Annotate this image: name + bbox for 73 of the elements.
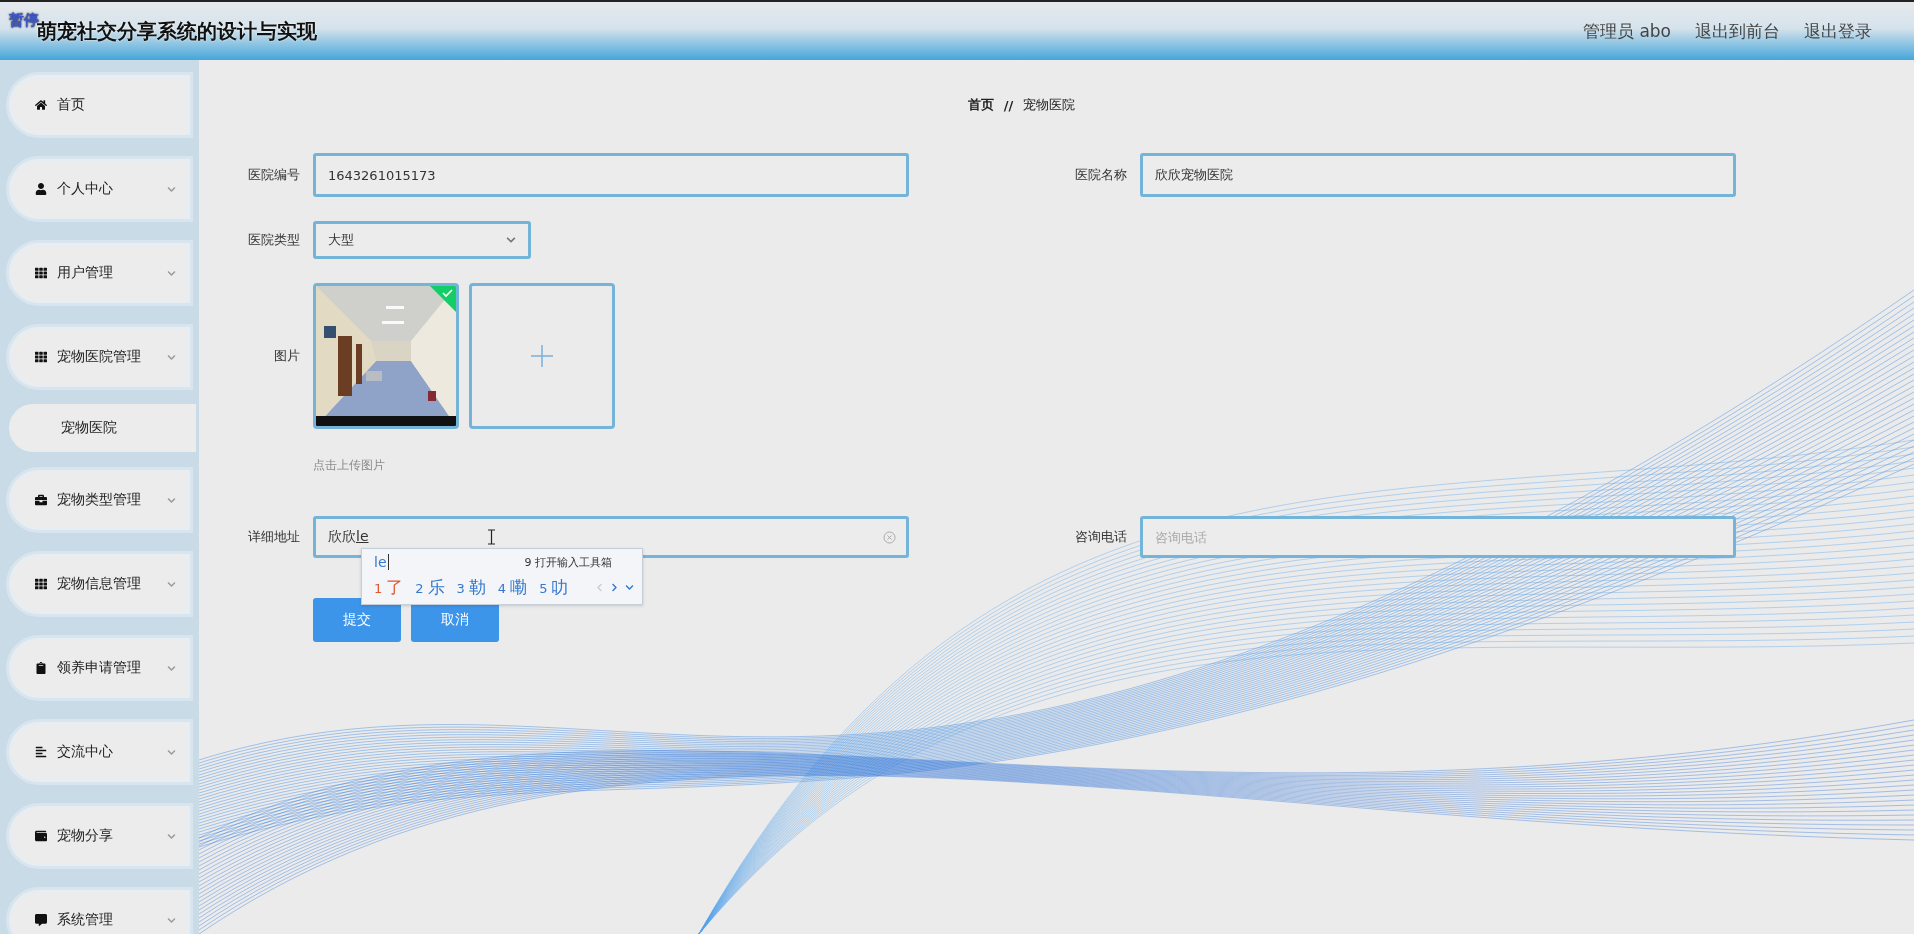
chevron-icon bbox=[167, 747, 176, 757]
sidebar-label: 宠物信息管理 bbox=[57, 575, 142, 593]
field-label: 咨询电话 bbox=[1074, 528, 1127, 546]
clipboard-icon bbox=[35, 662, 47, 674]
ime-composition: le bbox=[374, 554, 389, 570]
sidebar-label: 个人中心 bbox=[57, 180, 114, 198]
upload-hint: 点击上传图片 bbox=[313, 457, 385, 474]
upload-button[interactable] bbox=[469, 283, 615, 429]
sidebar-item[interactable]: 个人中心 bbox=[6, 156, 193, 222]
sidebar-label: 领养申请管理 bbox=[57, 659, 142, 677]
chevron-icon bbox=[167, 268, 176, 278]
chevron-icon bbox=[167, 495, 176, 505]
sidebar-subitem[interactable]: 宠物医院 bbox=[9, 404, 196, 452]
sidebar-item[interactable]: 交流中心 bbox=[6, 719, 193, 785]
hospital-name-field[interactable]: 欣欣宠物医院 bbox=[1140, 153, 1736, 197]
sidebar-label: 首页 bbox=[57, 96, 86, 114]
chevron-icon bbox=[167, 352, 176, 362]
chat-icon bbox=[35, 914, 47, 926]
expand-icon[interactable] bbox=[625, 582, 634, 592]
ime-candidate[interactable]: 1 了 bbox=[374, 575, 404, 599]
sidebar-item[interactable]: 宠物信息管理 bbox=[6, 551, 193, 617]
phone-field[interactable]: 咨询电话 bbox=[1140, 516, 1736, 558]
grid-icon bbox=[35, 578, 47, 590]
next-icon[interactable] bbox=[610, 582, 619, 592]
ime-candidate[interactable]: 5 叻 bbox=[539, 575, 569, 599]
breadcrumb-item[interactable]: 首页 bbox=[967, 96, 994, 114]
clear-icon[interactable] bbox=[883, 530, 896, 544]
header-link[interactable]: 退出到前台 bbox=[1695, 19, 1780, 43]
field-label: 医院名称 bbox=[1074, 166, 1127, 184]
breadcrumb-item: 宠物医院 bbox=[1023, 96, 1076, 114]
sidebar-label: 宠物分享 bbox=[57, 827, 114, 845]
list-icon bbox=[35, 746, 47, 758]
ime-toolbox-hint[interactable]: 9 打开输入工具箱 bbox=[524, 554, 612, 570]
field-label: 医院编号 bbox=[247, 166, 300, 184]
header-link[interactable]: 退出登录 bbox=[1804, 19, 1872, 43]
chevron-icon bbox=[167, 663, 176, 673]
chevron-icon bbox=[167, 184, 176, 194]
field-value: 欣欣le bbox=[328, 528, 369, 546]
breadcrumb-separator: // bbox=[1003, 97, 1014, 113]
chevron-icon bbox=[167, 831, 176, 841]
sidebar-label: 用户管理 bbox=[57, 264, 114, 282]
briefcase-icon bbox=[35, 494, 47, 506]
chevron-icon bbox=[167, 915, 176, 925]
sidebar-item[interactable]: 首页 bbox=[6, 72, 193, 138]
sidebar-label: 交流中心 bbox=[57, 743, 114, 761]
text-cursor-icon bbox=[486, 529, 496, 545]
grid-icon bbox=[35, 351, 47, 363]
caret-icon bbox=[506, 235, 516, 245]
chevron-icon bbox=[167, 579, 176, 589]
field-label: 图片 bbox=[273, 347, 300, 365]
hospital-type-select[interactable]: 大型 bbox=[313, 221, 531, 259]
sidebar-label: 系统管理 bbox=[57, 911, 114, 929]
sidebar-item[interactable]: 系统管理 bbox=[6, 887, 193, 934]
sidebar-item[interactable]: 宠物医院管理 bbox=[6, 324, 193, 390]
recording-label: 暂停 bbox=[9, 11, 39, 29]
header-link[interactable]: 管理员 abo bbox=[1583, 19, 1671, 43]
plus-icon bbox=[530, 344, 554, 368]
sidebar-item[interactable]: 宠物分享 bbox=[6, 803, 193, 869]
sidebar-item[interactable]: 宠物类型管理 bbox=[6, 467, 193, 533]
field-label: 医院类型 bbox=[247, 231, 300, 249]
wallet-icon bbox=[35, 830, 47, 842]
sidebar-item[interactable]: 领养申请管理 bbox=[6, 635, 193, 701]
field-label: 详细地址 bbox=[247, 528, 300, 546]
sidebar-label: 宠物医院管理 bbox=[57, 348, 142, 366]
ime-candidate[interactable]: 4 嘞 bbox=[497, 575, 528, 599]
home-icon bbox=[35, 99, 47, 111]
ime-candidate[interactable]: 2 乐 bbox=[415, 575, 445, 599]
hospital-number-field[interactable]: 1643261015173 bbox=[313, 153, 909, 197]
sidebar-item[interactable]: 用户管理 bbox=[6, 240, 193, 306]
grid-icon bbox=[35, 267, 47, 279]
ime-candidate[interactable]: 3 勒 bbox=[456, 575, 486, 599]
sidebar-label: 宠物类型管理 bbox=[57, 491, 142, 509]
user-icon bbox=[35, 183, 47, 195]
